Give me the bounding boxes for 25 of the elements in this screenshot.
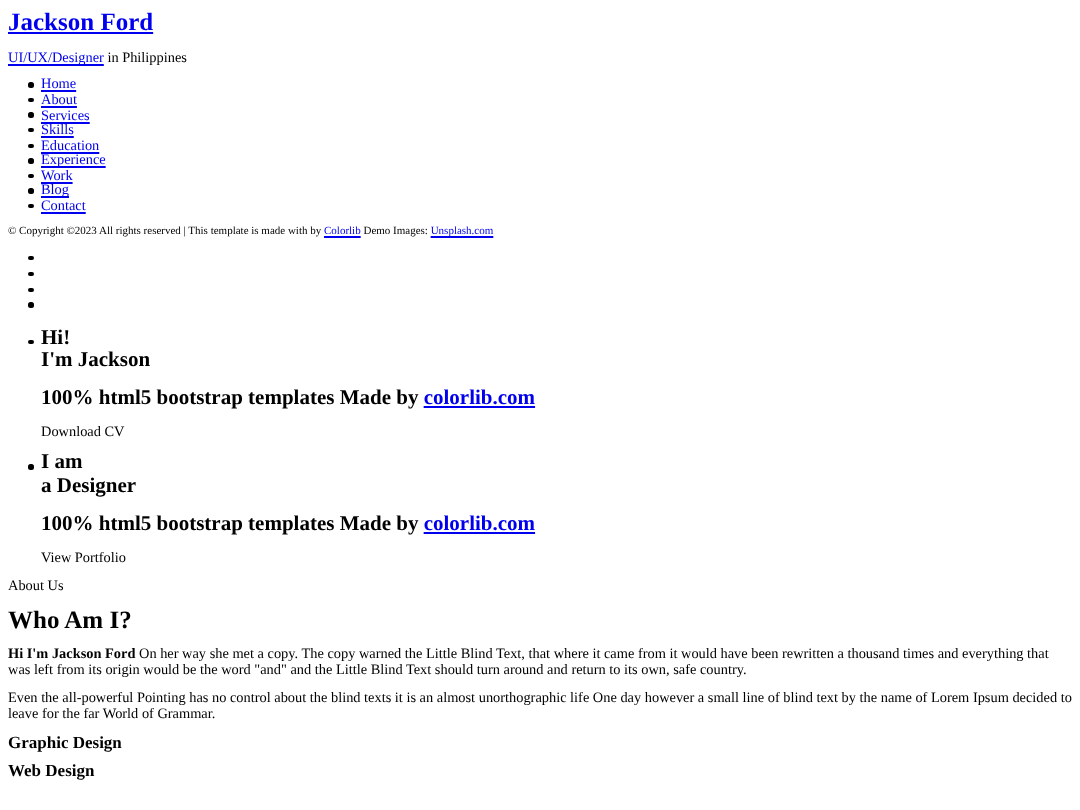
slide-heading: I am a Designer [41,452,139,500]
bullet-icon [28,339,33,344]
section-heading: Who Am I? [8,606,134,636]
colorlib-link[interactable]: colorlib.com [423,513,536,536]
slide-subheading: 100% html5 bootstrap templates Made by [41,388,421,410]
bullet-icon [28,97,33,103]
site-title[interactable]: Jackson Ford [8,8,154,37]
bullet-icon [28,464,33,470]
colorlib-link[interactable]: colorlib.com [423,388,536,410]
bullet-icon [28,302,33,308]
bullet-icon [28,287,33,293]
bullet-icon [28,271,33,277]
bullet-icon [28,127,33,133]
service-heading: Web Design [8,762,97,783]
service-heading: Graphic Design [8,733,124,753]
bullet-icon [28,188,33,194]
bullet-icon [28,173,33,179]
slide-subheading: 100% html5 bootstrap templates Made by [41,513,421,536]
slide-heading: Hi! I'm Jackson [41,327,153,374]
bullet-icon [28,203,33,209]
bullet-icon [28,255,33,261]
bullet-icon [28,112,33,118]
bullet-icon [28,158,33,164]
bullet-icon [28,143,33,149]
bullet-icon [28,82,33,88]
